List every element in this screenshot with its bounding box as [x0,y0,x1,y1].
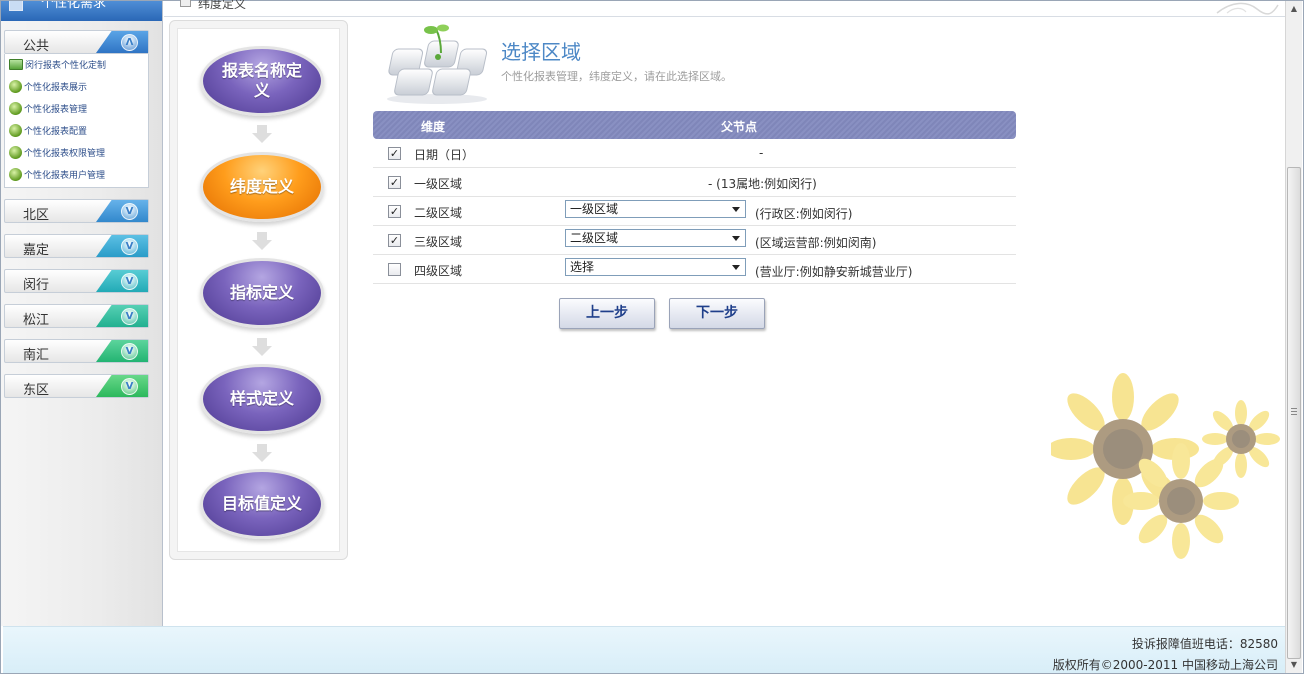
dropdown-arrow-icon [732,265,740,270]
dimension-name: 日期（日） [414,148,475,162]
dimension-name: 一级区域 [414,177,463,191]
page-breadcrumb: 纬度定义 [198,0,247,11]
nav-group-label: 松江 [23,313,50,328]
dimension-name: 三级区域 [414,235,463,249]
globe-icon [9,168,22,181]
globe-icon [9,80,22,93]
step-indicator[interactable]: 指标定义 [200,258,324,328]
nav-group-label: 闵行 [23,278,50,293]
step-arrow-down-icon [252,444,272,462]
dimension-checkbox[interactable] [388,263,401,276]
parent-hint: (行政区:例如闵行) [755,207,853,221]
expand-toggle-icon[interactable]: V [121,343,138,360]
sub-item-report-display[interactable]: 个性化报表展示 [9,80,87,96]
step-arrow-down-icon [252,125,272,143]
dimension-checkbox[interactable]: ✓ [388,205,401,218]
dimension-checkbox[interactable]: ✓ [388,234,401,247]
parent-select[interactable]: 二级区域 [565,229,746,247]
expand-toggle-icon[interactable]: V [121,203,138,220]
next-step-button[interactable]: 下一步 [669,298,765,329]
dropdown-arrow-icon [732,236,740,241]
nav-group-minhang[interactable]: 闵行 V [4,269,149,293]
dimension-checkbox[interactable]: ✓ [388,147,401,160]
scroll-up-icon[interactable]: ▲ [1286,1,1302,17]
nav-group-jiading[interactable]: 嘉定 V [4,234,149,258]
page-title: 选择区域 [501,40,581,64]
sidebar-title: 个性化需求 [41,1,107,11]
table-header: 维度 父节点 [373,111,1016,139]
nav-group-north[interactable]: 北区 V [4,199,149,223]
nav-group-label: 南汇 [23,348,50,363]
nav-group-public[interactable]: 公共 Λ [4,30,149,54]
sub-item-report-permission[interactable]: 个性化报表权限管理 [9,146,105,162]
sub-menu: 闵行报表个性化定制 个性化报表展示 个性化报表管理 个性化报表配置 个性化报表权… [4,54,149,188]
parent-hint: (营业厅:例如静安新城营业厅) [755,265,913,279]
expand-toggle-icon[interactable]: V [121,378,138,395]
nav-group-songjiang[interactable]: 松江 V [4,304,149,328]
swirl-ornament-icon [1216,2,1279,15]
steps-panel: 报表名称定义 纬度定义 指标定义 样式定义 目标值定义 [169,20,348,560]
nav-group-east[interactable]: 东区 V [4,374,149,398]
sub-item-report-manage[interactable]: 个性化报表管理 [9,102,87,118]
keyboard-keys-icon [387,24,488,104]
table-row: ✓ 三级区域 二级区域 (区域运营部:例如闵南) [373,226,1016,255]
dimension-table: 维度 父节点 ✓ 日期（日） - ✓ 一级区域 - (13属地:例如闵行) ✓ … [373,111,1016,284]
parent-value: - (13属地:例如闵行) [708,177,817,191]
sub-item-report-config[interactable]: 个性化报表配置 [9,124,87,140]
page-icon [180,0,191,7]
vertical-scrollbar[interactable]: ▲ ▼ [1285,1,1302,673]
expand-toggle-icon[interactable]: V [121,273,138,290]
top-strip: 纬度定义 [164,0,1286,17]
nav-group-nanhui[interactable]: 南汇 V [4,339,149,363]
scroll-thumb[interactable] [1287,167,1301,659]
sub-item-report-users[interactable]: 个性化报表用户管理 [9,168,105,184]
grip-icon [1291,408,1297,415]
dropdown-arrow-icon [732,207,740,212]
report-card-icon [9,59,23,70]
nav-group-label: 北区 [23,208,50,223]
table-row: ✓ 二级区域 一级区域 (行政区:例如闵行) [373,197,1016,226]
dimension-name: 二级区域 [414,206,463,220]
steps-list: 报表名称定义 纬度定义 指标定义 样式定义 目标值定义 [177,28,340,552]
dimension-name: 四级区域 [414,264,463,278]
nav-group-label: 东区 [23,383,50,398]
globe-icon [9,146,22,159]
sub-item-minhang-custom[interactable]: 闵行报表个性化定制 [9,58,106,74]
step-report-name[interactable]: 报表名称定义 [200,46,324,116]
dimension-checkbox[interactable]: ✓ [388,176,401,189]
folder-icon [9,1,23,11]
globe-icon [9,102,22,115]
step-dimension[interactable]: 纬度定义 [200,152,324,222]
prev-step-button[interactable]: 上一步 [559,298,655,329]
sidebar-header: 个性化需求 [1,1,162,21]
expand-toggle-icon[interactable]: V [121,308,138,325]
support-hotline: 投诉报障值班电话：82580 [1131,637,1278,651]
parent-select[interactable]: 选择 [565,258,746,276]
parent-hint: (区域运营部:例如闵南) [755,236,877,250]
column-header-dimension: 维度 [421,120,446,134]
page-subtitle: 个性化报表管理，纬度定义，请在此选择区域。 [501,70,732,83]
sunflower-decoration [1051,373,1280,559]
nav-group-label: 嘉定 [23,243,50,258]
footer: 投诉报障值班电话：82580 版权所有©2000-2011 中国移动上海公司 [3,626,1286,673]
sidebar: 个性化需求 公共 Λ 闵行报表个性化定制 个性化报表展示 个性化报表管理 个性化… [1,1,163,626]
parent-value: - [759,146,764,160]
copyright: 版权所有©2000-2011 中国移动上海公司 [1052,658,1278,672]
parent-select[interactable]: 一级区域 [565,200,746,218]
collapse-toggle-icon[interactable]: Λ [121,34,138,51]
step-target-value[interactable]: 目标值定义 [200,469,324,539]
step-arrow-down-icon [252,232,272,250]
expand-toggle-icon[interactable]: V [121,238,138,255]
table-row: ✓ 日期（日） - [373,139,1016,168]
globe-icon [9,124,22,137]
table-row: 四级区域 选择 (营业厅:例如静安新城营业厅) [373,255,1016,284]
step-arrow-down-icon [252,338,272,356]
column-header-parent: 父节点 [721,120,758,134]
nav-group-label: 公共 [23,39,50,54]
scroll-down-icon[interactable]: ▼ [1286,657,1302,673]
table-row: ✓ 一级区域 - (13属地:例如闵行) [373,168,1016,197]
step-style[interactable]: 样式定义 [200,364,324,434]
